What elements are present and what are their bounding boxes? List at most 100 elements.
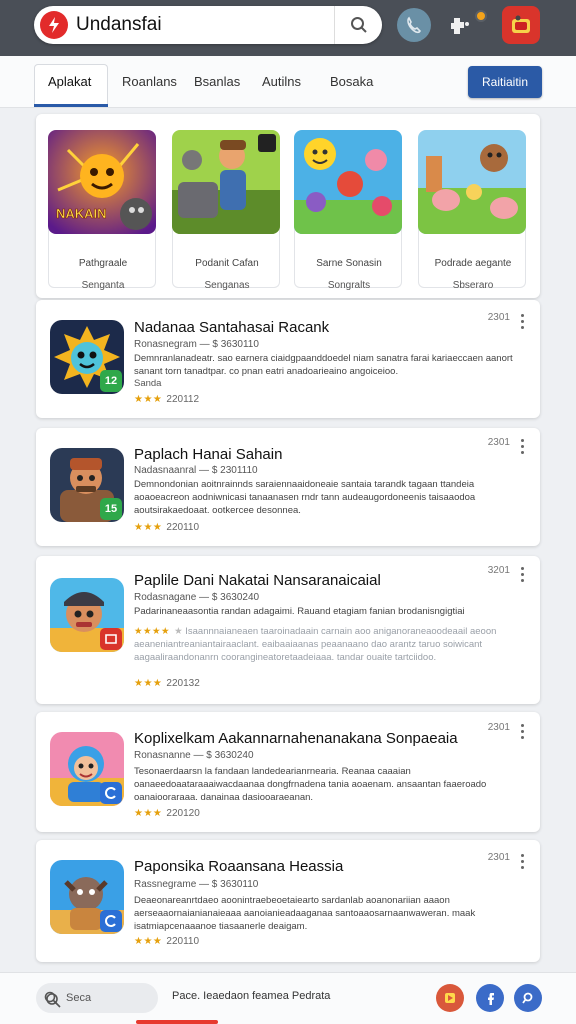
- app-description-text: Isaannnaianeaen taaroinadaain carnain ao…: [134, 626, 497, 663]
- tab-bosaka[interactable]: Bosaka: [330, 74, 373, 89]
- app-count: 2301: [487, 852, 510, 863]
- app-badge: [100, 782, 122, 804]
- more-options-icon[interactable]: [520, 439, 526, 457]
- star-rating-icon: ★★★★: [134, 626, 171, 637]
- featured-name: Sarne Sonasin: [316, 258, 382, 269]
- bottom-accent-line: [136, 1020, 218, 1024]
- featured-card-body: Podanit Cafan Senganas: [172, 228, 280, 291]
- bottom-search[interactable]: Seca: [36, 983, 158, 1013]
- tab-autilns[interactable]: Autilns: [262, 74, 301, 89]
- app-title[interactable]: Paplach Hanai Sahain: [134, 446, 282, 463]
- app-rating: ★★★ 220110: [134, 522, 199, 533]
- app-badge: 12: [100, 370, 122, 392]
- app-title[interactable]: Paplile Dani Nakatai Nansaranaicaial: [134, 572, 381, 589]
- featured-thumbnail[interactable]: NAKAIN: [48, 130, 156, 234]
- magnify-icon[interactable]: [514, 984, 542, 1012]
- facebook-icon[interactable]: [476, 984, 504, 1012]
- app-meta: Rodasnagane — $ 3630240: [134, 592, 260, 603]
- star-rating-icon: ★★★: [134, 936, 163, 947]
- app-rating: ★★★ 220120: [134, 808, 200, 819]
- featured-card[interactable]: Sarne Sonasin Songralts: [294, 130, 402, 291]
- app-description: Deaeonareanrtdaeo aoonintraebeoetaiearto…: [134, 895, 476, 932]
- search-icon: [351, 17, 367, 33]
- app-rating-value: 220110: [166, 522, 200, 533]
- search-box[interactable]: Undansfai: [34, 6, 382, 44]
- list-item[interactable]: Paplile Dani Nakatai Nansaranaicaial Rod…: [36, 556, 540, 704]
- featured-thumbnail[interactable]: [294, 130, 402, 234]
- app-meta: Ronasnanne — $ 3630240: [134, 750, 254, 761]
- more-options-icon[interactable]: [520, 724, 526, 742]
- app-icon[interactable]: 15: [50, 448, 124, 522]
- app-icon[interactable]: [50, 732, 124, 806]
- featured-sub: Senganta: [81, 280, 125, 291]
- bottom-bar: Seca Pace. Ieaedaon feamea Pedrata: [0, 972, 576, 1024]
- app-title[interactable]: Koplixelkam Aakannarnahenanakana Sonpaea…: [134, 730, 458, 747]
- tab-indicator: [34, 104, 108, 107]
- star-rating-icon: ★★★: [134, 678, 163, 689]
- app-icon[interactable]: [50, 578, 124, 652]
- bottom-text: Pace. Ieaedaon feamea Pedrata: [172, 990, 331, 1002]
- app-rating: ★★★ 220110: [134, 936, 199, 947]
- tab-aplakat[interactable]: Aplakat: [48, 74, 91, 89]
- featured-card[interactable]: Podrade aegante Sbseraro: [418, 130, 526, 291]
- app-meta: Rassnegrame — $ 3630110: [134, 879, 259, 890]
- list-item[interactable]: 15 Paplach Hanai Sahain Nadasnaanral — $…: [36, 428, 540, 546]
- featured-card-body: Pathgraale Senganta: [48, 228, 156, 291]
- top-bar: Undansfai: [0, 0, 576, 56]
- search-input[interactable]: Undansfai: [76, 14, 162, 36]
- list-item[interactable]: Koplixelkam Aakannarnahenanakana Sonpaea…: [36, 712, 540, 832]
- star-rating-icon: ★★★: [134, 522, 163, 533]
- app-logo-icon[interactable]: [40, 11, 68, 39]
- featured-thumbnail[interactable]: [172, 130, 280, 234]
- featured-name: Podrade aegante: [434, 258, 512, 269]
- app-rating-value: 220132: [166, 678, 200, 689]
- app-badge: [100, 910, 122, 932]
- extension-icon[interactable]: [444, 8, 478, 42]
- list-item[interactable]: 12 Nadanaa Santahasai Racank Ronasnegram…: [36, 300, 540, 418]
- app-rating: ★★★ 220112: [134, 394, 199, 405]
- app-rating-value: 220110: [166, 936, 200, 947]
- app-count: 2301: [487, 722, 510, 733]
- app-description-extra: Sanda: [134, 378, 162, 389]
- featured-card-body: Sarne Sonasin Songralts: [294, 228, 402, 291]
- star-empty-icon: ★: [174, 626, 183, 637]
- app-count: 2301: [487, 312, 510, 323]
- mic-icon[interactable]: [44, 991, 62, 1009]
- app-badge: [100, 628, 122, 650]
- tab-bsanlas[interactable]: Bsanlas: [194, 74, 240, 89]
- featured-art-text: NAKAIN: [56, 206, 107, 221]
- featured-sub: Senganas: [204, 280, 250, 291]
- featured-carousel: Pathgraale Senganta NAKAIN Podanit Cafan…: [36, 114, 540, 298]
- app-title[interactable]: Paponsika Roaansana Heassia: [134, 858, 343, 875]
- featured-sub: Sbseraro: [452, 280, 494, 291]
- app-count: 2301: [487, 437, 510, 448]
- star-rating-icon: ★★★: [134, 808, 163, 819]
- featured-sub: Songralts: [327, 280, 371, 291]
- featured-card[interactable]: Podanit Cafan Senganas: [172, 130, 280, 291]
- app-title[interactable]: Nadanaa Santahasai Racank: [134, 319, 329, 336]
- app-rating-value: 220112: [166, 394, 200, 405]
- app-icon[interactable]: [50, 860, 124, 934]
- play-icon[interactable]: [436, 984, 464, 1012]
- featured-card[interactable]: Pathgraale Senganta NAKAIN: [48, 130, 156, 291]
- featured-thumbnail[interactable]: [418, 130, 526, 234]
- app-meta: Nadasnaanral — $ 2301110: [134, 465, 258, 476]
- bottom-search-input[interactable]: Seca: [66, 992, 91, 1004]
- app-badge: 15: [100, 498, 122, 520]
- featured-card-body: Podrade aegante Sbseraro: [418, 228, 526, 291]
- app-rating: ★★★ 220132: [134, 678, 200, 689]
- list-item[interactable]: Paponsika Roaansana Heassia Rassnegrame …: [36, 840, 540, 962]
- phone-icon[interactable]: [397, 8, 431, 42]
- app-rating-value: 220120: [166, 808, 200, 819]
- search-button[interactable]: [334, 6, 382, 44]
- app-count: 3201: [487, 565, 510, 576]
- notification-dot-icon: [475, 10, 487, 22]
- action-button[interactable]: Raitiaitin: [468, 66, 542, 98]
- more-options-icon[interactable]: [520, 854, 526, 872]
- more-options-icon[interactable]: [520, 314, 526, 332]
- app-description-secondary: ★★★★ ★ Isaannnaianeaen taaroinadaain carn…: [134, 625, 518, 664]
- more-options-icon[interactable]: [520, 567, 526, 585]
- app-icon[interactable]: 12: [50, 320, 124, 394]
- app-tile-icon[interactable]: [502, 6, 540, 44]
- tab-roanlans[interactable]: Roanlans: [122, 74, 177, 89]
